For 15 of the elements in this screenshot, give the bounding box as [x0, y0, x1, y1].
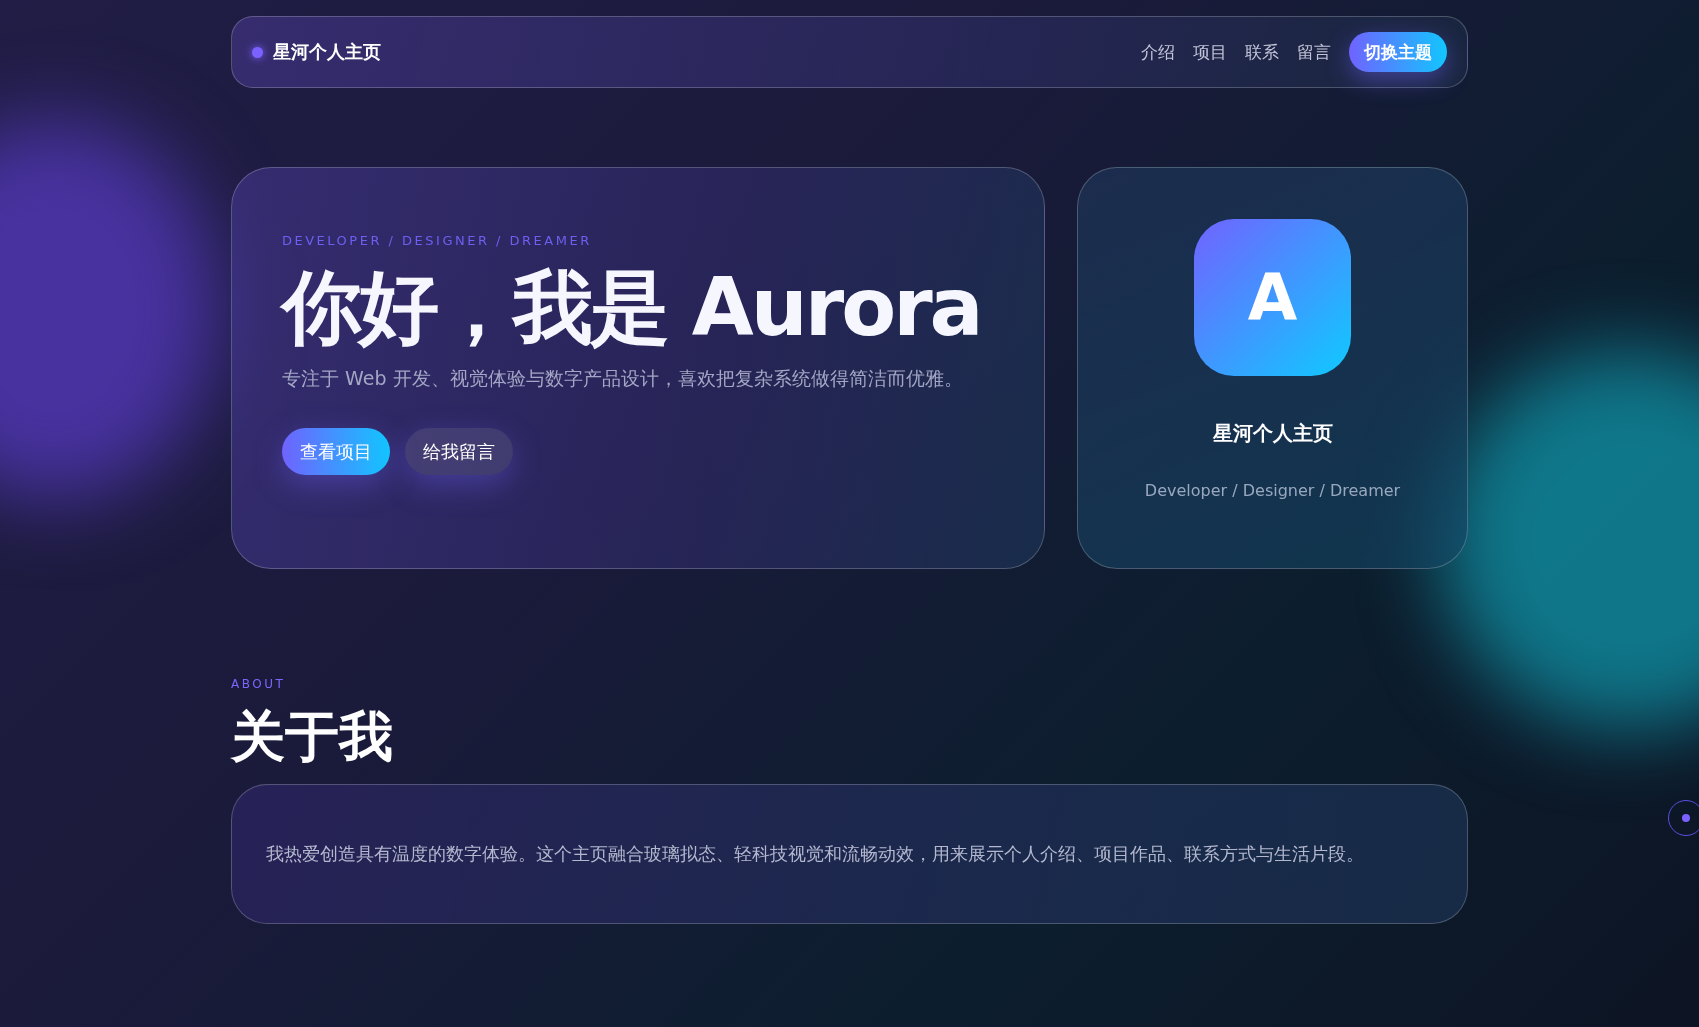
section-eyebrow: ABOUT: [231, 677, 287, 691]
avatar: A: [1194, 219, 1351, 376]
leave-message-button[interactable]: 给我留言: [405, 428, 513, 475]
about-text: 我热爱创造具有温度的数字体验。这个主页融合玻璃拟态、轻科技视觉和流畅动效，用来展示个人介绍、项目作品、联系方式与生活片段。: [266, 841, 1364, 866]
hero-eyebrow: DEVELOPER / DESIGNER / DREAMER: [282, 233, 593, 248]
profile-name: 星河个人主页: [1212, 420, 1333, 447]
nav-link[interactable]: 介绍: [1141, 40, 1175, 64]
nav-link[interactable]: 留言: [1297, 40, 1331, 64]
hero-subtitle: 专注于 Web 开发、视觉体验与数字产品设计，喜欢把复杂系统做得简洁而优雅。: [282, 366, 964, 391]
profile-tagline: Developer / Designer / Dreamer: [1144, 481, 1401, 500]
brand-name: 星河个人主页: [273, 40, 381, 64]
section-heading: 关于我: [231, 705, 394, 770]
nav-link[interactable]: 项目: [1193, 40, 1227, 64]
nav-link[interactable]: 联系: [1245, 40, 1279, 64]
brand-dot-icon: [252, 46, 263, 58]
